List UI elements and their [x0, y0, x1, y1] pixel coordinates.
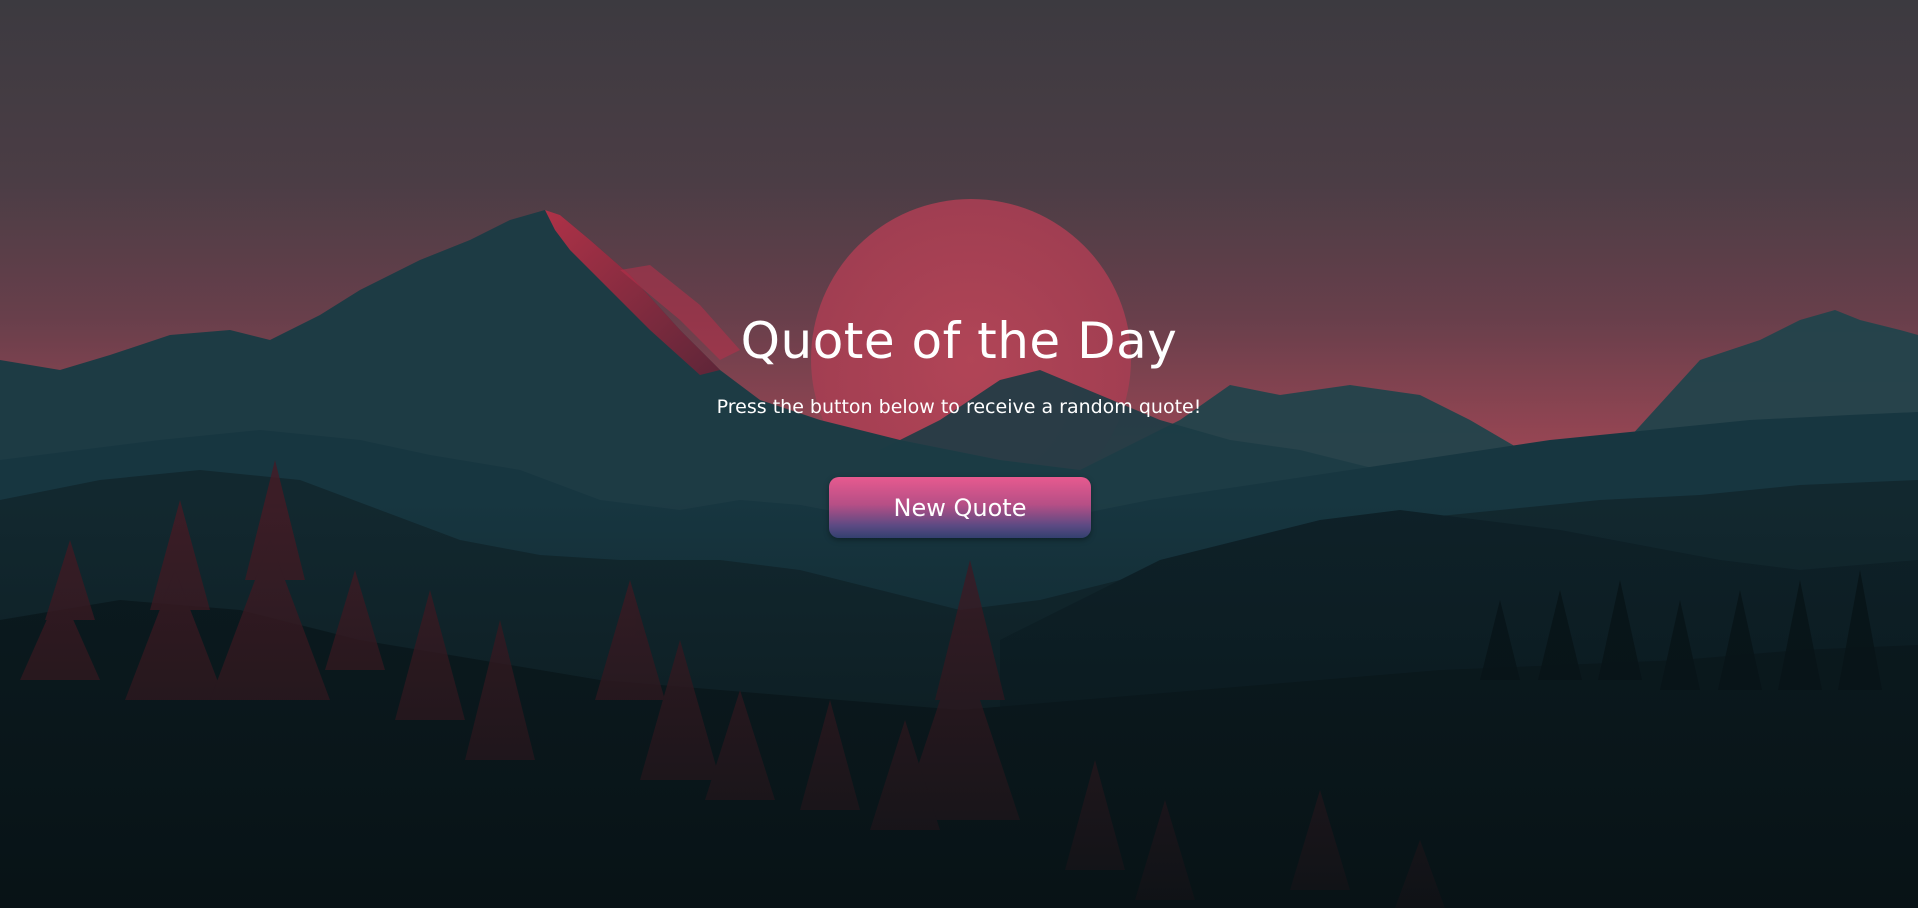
page-title: Quote of the Day — [740, 312, 1178, 370]
main-content: Quote of the Day Press the button below … — [0, 0, 1918, 908]
new-quote-button[interactable]: New Quote — [829, 477, 1091, 538]
page-subtitle: Press the button below to receive a rand… — [716, 396, 1202, 418]
